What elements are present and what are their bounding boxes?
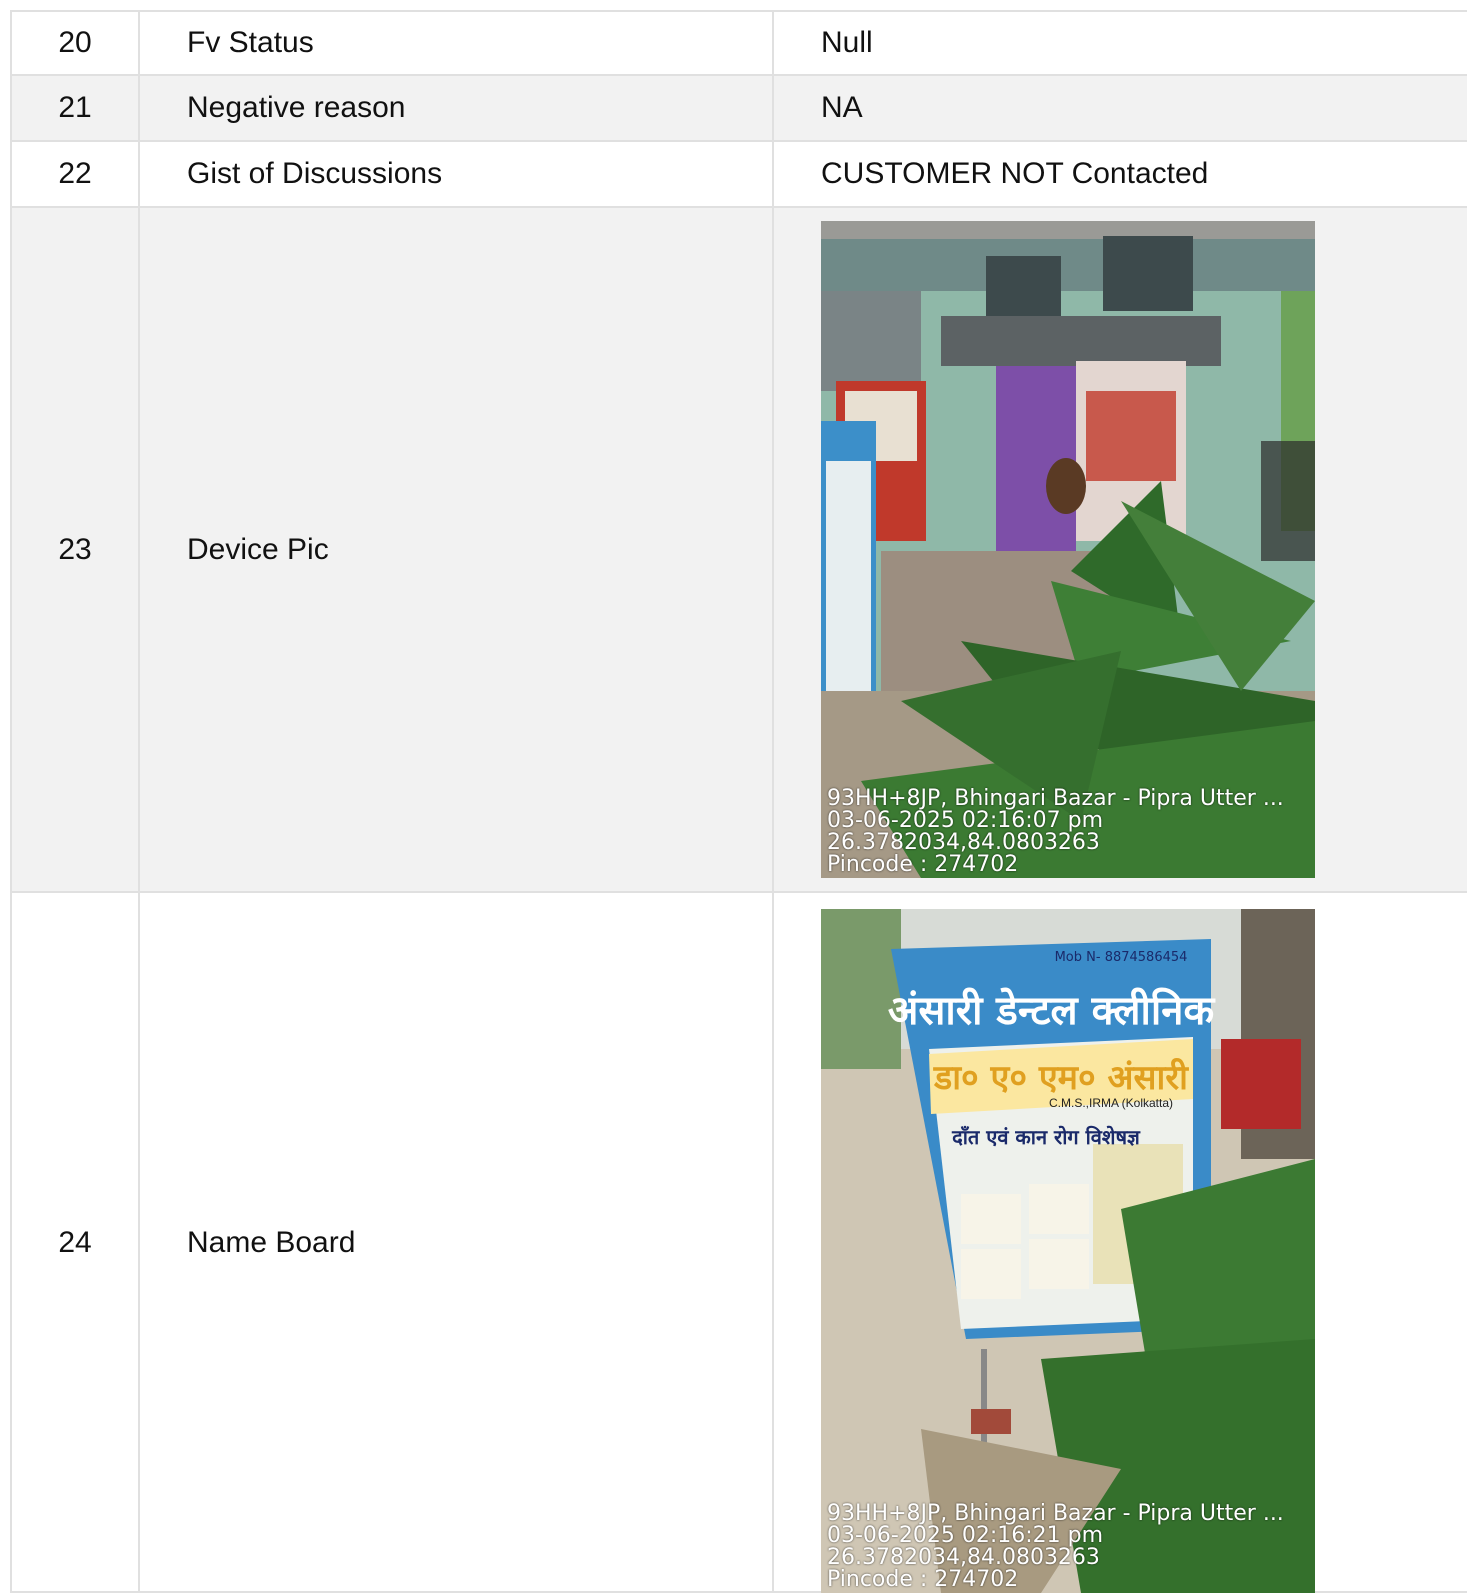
details-table: 20 Fv Status Null 21 Negative reason NA … [10, 10, 1467, 1593]
table-row: 22 Gist of Discussions CUSTOMER NOT Cont… [10, 142, 1467, 208]
row-value: Null [821, 26, 873, 59]
stamp-address: 93HH+8JP, Bhingari Bazar - Pipra Utter .… [827, 1501, 1284, 1526]
name-board-photo-image: अंसारी डेन्टल क्लीनिक डा० ए० एम० अंसारी … [821, 909, 1315, 1593]
row-number: 20 [10, 12, 140, 74]
board-title: अंसारी डेन्टल क्लीनिक [888, 987, 1216, 1034]
board-mobile: Mob N- 8874586454 [1055, 950, 1188, 965]
table-row: 23 Device Pic 93HH+8JP, Bhingari Bazar -… [10, 208, 1467, 893]
board-qualification: C.M.S.,IRMA (Kolkatta) [1049, 1096, 1173, 1110]
device-photo: 93HH+8JP, Bhingari Bazar - Pipra Utter .… [821, 221, 1315, 878]
board-doctor: डा० ए० एम० अंसारी [933, 1057, 1189, 1098]
row-label: Device Pic [140, 208, 774, 891]
row-number: 21 [10, 76, 140, 140]
row-label: Name Board [140, 893, 774, 1593]
board-specialty: दाँत एवं कान रोग विशेषज्ञ [951, 1125, 1141, 1149]
row-value: 93HH+8JP, Bhingari Bazar - Pipra Utter .… [774, 208, 1467, 891]
stamp-datetime: 03-06-2025 02:16:21 pm [827, 1523, 1104, 1548]
table-row: 24 Name Board अंसारी डेन्टल क्लीनिक डा० … [10, 893, 1467, 1593]
stamp-address: 93HH+8JP, Bhingari Bazar - Pipra Utter .… [827, 786, 1284, 811]
row-label: Fv Status [140, 12, 774, 74]
photo-stamp: 93HH+8JP, Bhingari Bazar - Pipra Utter .… [827, 788, 1284, 876]
stamp-pincode: Pincode : 274702 [827, 852, 1019, 877]
row-value: CUSTOMER NOT Contacted [821, 157, 1209, 190]
row-number: 23 [10, 208, 140, 891]
row-label: Gist of Discussions [140, 142, 774, 206]
name-board-photo: अंसारी डेन्टल क्लीनिक डा० ए० एम० अंसारी … [821, 909, 1315, 1593]
row-number: 22 [10, 142, 140, 206]
table-row: 20 Fv Status Null [10, 10, 1467, 76]
device-photo-image [821, 221, 1315, 878]
row-value: अंसारी डेन्टल क्लीनिक डा० ए० एम० अंसारी … [774, 893, 1467, 1593]
row-number: 24 [10, 893, 140, 1593]
stamp-coordinates: 26.3782034,84.0803263 [827, 830, 1100, 855]
row-label: Negative reason [140, 76, 774, 140]
table-row: 21 Negative reason NA [10, 76, 1467, 142]
stamp-coordinates: 26.3782034,84.0803263 [827, 1545, 1100, 1570]
stamp-pincode: Pincode : 274702 [827, 1567, 1019, 1592]
stamp-datetime: 03-06-2025 02:16:07 pm [827, 808, 1104, 833]
photo-stamp: 93HH+8JP, Bhingari Bazar - Pipra Utter .… [827, 1503, 1284, 1591]
row-value: NA [821, 91, 863, 124]
